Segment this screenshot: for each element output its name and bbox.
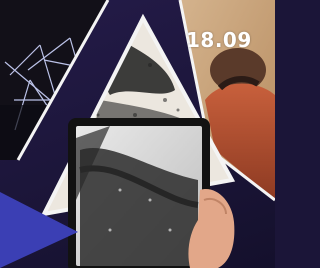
event-poster: 18.09 <box>0 0 275 268</box>
event-date: 18.09 <box>186 28 252 52</box>
tablet-device <box>68 118 235 268</box>
